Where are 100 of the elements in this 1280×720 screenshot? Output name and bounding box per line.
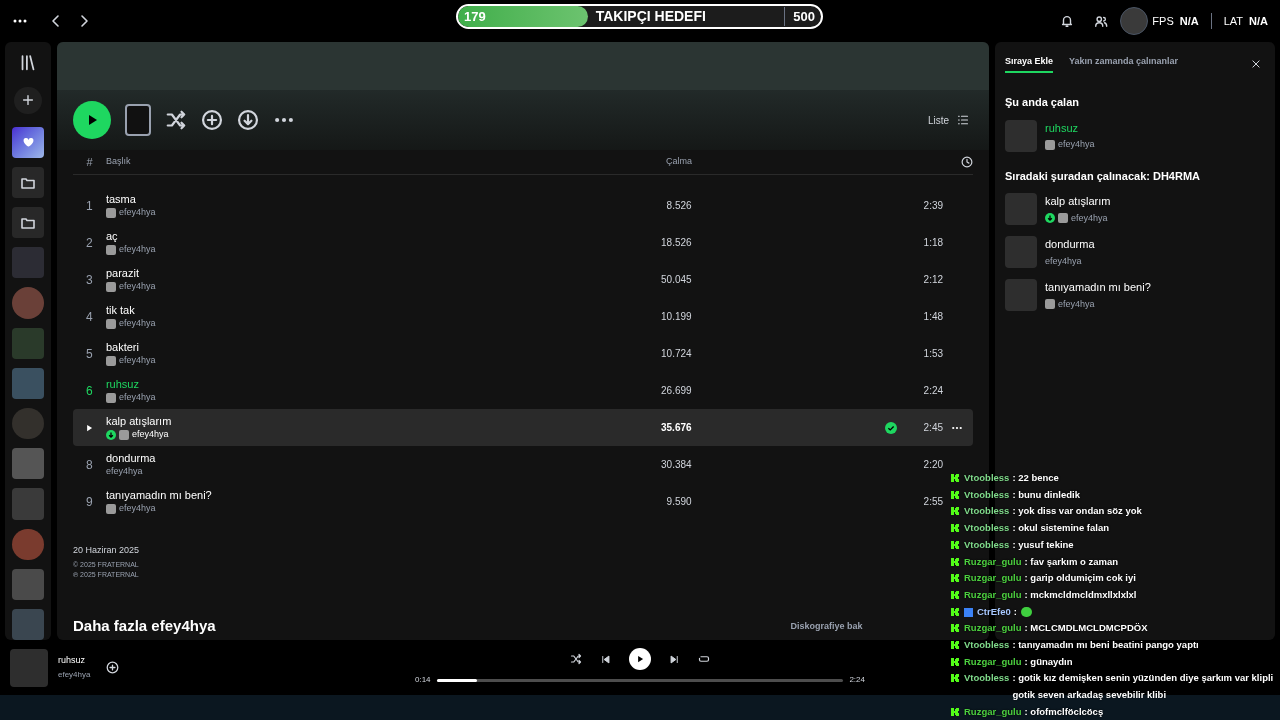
column-header: Başlık [105,155,132,169]
track-title[interactable]: ruhsuz [1045,119,1095,136]
chat-username[interactable]: Vtoobless [964,670,1010,688]
play-count: 50.045 [660,273,692,287]
track-artist[interactable]: efey4hya [118,316,156,331]
album-cover-placeholder[interactable] [12,448,44,480]
channel-badge-icon [951,641,959,650]
library-icon[interactable] [19,54,37,72]
track-title[interactable]: tanıyamadın mı beni? [105,487,506,502]
queue-item[interactable]: kalp atışlarım efey4hya [1005,193,1265,225]
track-title[interactable]: parazit [105,265,506,280]
people-icon[interactable] [1094,14,1109,28]
track-artist[interactable]: efey4hya [58,669,91,682]
channel-badge-icon [951,507,959,516]
plus-icon [21,93,35,108]
next-icon[interactable] [669,653,680,665]
create-button[interactable] [14,86,42,114]
stat-label: FPS [1152,13,1174,29]
list-view-button[interactable]: Liste [927,112,969,128]
album-cover-placeholder [1005,119,1037,152]
liked-songs-tile[interactable] [12,126,44,158]
track-artist[interactable]: efey4hya [105,464,143,479]
track-title[interactable]: dondurma [105,450,506,465]
track-duration: 2:12 [922,273,944,287]
track-artist[interactable]: efey4hya [131,427,169,442]
previous-icon[interactable] [600,653,611,665]
track-artist[interactable]: efey4hya [118,353,156,368]
chat-text: : yusuf tekine [1012,537,1075,552]
queue-item[interactable]: dondurma efey4hya [1005,236,1265,268]
playlist-folder-tile[interactable] [12,207,44,239]
channel-badge-icon [951,707,959,716]
chat-username[interactable]: Vtoobless [964,637,1010,654]
queue-item[interactable]: ruhsuz efey4hya [1005,119,1265,152]
chat-username[interactable]: Vtoobless [964,503,1010,521]
download-icon[interactable] [237,109,259,131]
track-number: 2 [86,234,93,252]
track-number: 8 [86,456,93,474]
channel-badge-icon [951,524,959,533]
check-circle-icon[interactable] [885,421,898,434]
track-row-highlight[interactable]: kalp atışlarım efey4hya 35.676 2:45 [73,409,973,446]
album-thumbnail[interactable] [125,104,151,136]
channel-badge-icon [951,490,959,499]
track-title[interactable]: tik tak [105,302,506,317]
bell-icon[interactable] [1060,14,1075,28]
track-artist[interactable]: efey4hya [118,242,156,257]
track-title[interactable]: ruhsuz [105,376,506,391]
stat-label: LAT [1223,13,1244,29]
add-circle-icon[interactable] [106,661,120,674]
chat-username[interactable]: Vtoobless [964,536,1010,554]
play-count: 10.199 [660,310,692,324]
add-circle-icon[interactable] [201,109,223,131]
track-title[interactable]: tanıyamadın mı beni? [1045,279,1151,296]
repeat-icon[interactable] [698,653,710,665]
chat-username[interactable]: Vtoobless [964,520,1010,537]
column-header: # [85,154,94,170]
chat-username[interactable]: Vtoobless [964,470,1010,487]
chat-text: : garip oldumiçim cok iyi [1024,571,1137,586]
track-title[interactable]: ruhsuz [58,653,91,668]
play-button[interactable] [73,101,111,139]
track-duration: 1:18 [922,236,944,250]
play-button[interactable] [629,648,651,670]
track-artist[interactable]: efey4hya [1071,211,1108,225]
track-title[interactable]: aç [105,228,506,243]
track-number: 9 [86,493,93,511]
track-artist[interactable]: efey4hya [118,390,156,405]
track-artist[interactable]: efey4hya [1058,297,1095,311]
discography-link[interactable]: Diskografiye bak [790,619,863,632]
track-title[interactable]: tasma [105,191,506,206]
track-artist[interactable]: efey4hya [118,501,156,516]
track-title[interactable]: dondurma [1045,236,1095,253]
channel-badge-icon [951,557,959,566]
album-cover-placeholder [10,648,48,687]
chat-username[interactable]: Ruzgar_gulu [964,570,1022,587]
chat-username[interactable]: Ruzgar_gulu [964,620,1022,638]
chat-username[interactable]: CtrEfe0 [977,603,1011,621]
playlist-folder-tile[interactable] [12,166,44,199]
chat-text: : gotik kız demişken senin yüzünden diye şarkım var klipli gotik seven arkadaş sevebilir klibi [1012,671,1275,703]
play-count: 26.699 [660,384,692,398]
channel-badge-icon [951,674,959,683]
track-artist[interactable]: efey4hya [118,279,156,294]
shuffle-icon[interactable] [570,653,582,665]
shuffle-icon[interactable] [165,109,187,131]
progress-track[interactable] [436,678,844,682]
chat-username[interactable]: Vtoobless [964,486,1010,504]
chat-username[interactable]: Ruzgar_gulu [964,653,1022,671]
track-title[interactable]: kalp atışlarım [1045,193,1111,210]
track-title[interactable]: bakteri [105,339,506,354]
chat-username[interactable]: Ruzgar_gulu [964,586,1022,604]
track-artist[interactable]: efey4hya [118,205,156,220]
track-title[interactable]: kalp atışlarım [105,413,505,428]
track-artist[interactable]: efey4hya [1058,138,1095,152]
queue-tab[interactable]: Yakın zamanda çalınanlar [1069,54,1179,74]
chat-username[interactable]: Ruzgar_gulu [964,703,1022,720]
queue-item[interactable]: tanıyamadın mı beni? efey4hya [1005,279,1265,311]
track-artist[interactable]: efey4hya [1045,254,1082,268]
track-number: 3 [86,271,93,289]
track-number: 6 [86,382,93,400]
close-icon[interactable] [1251,59,1261,69]
queue-tab[interactable]: Sıraya Ekle [1005,54,1054,74]
chat-username[interactable]: Ruzgar_gulu [964,553,1022,571]
